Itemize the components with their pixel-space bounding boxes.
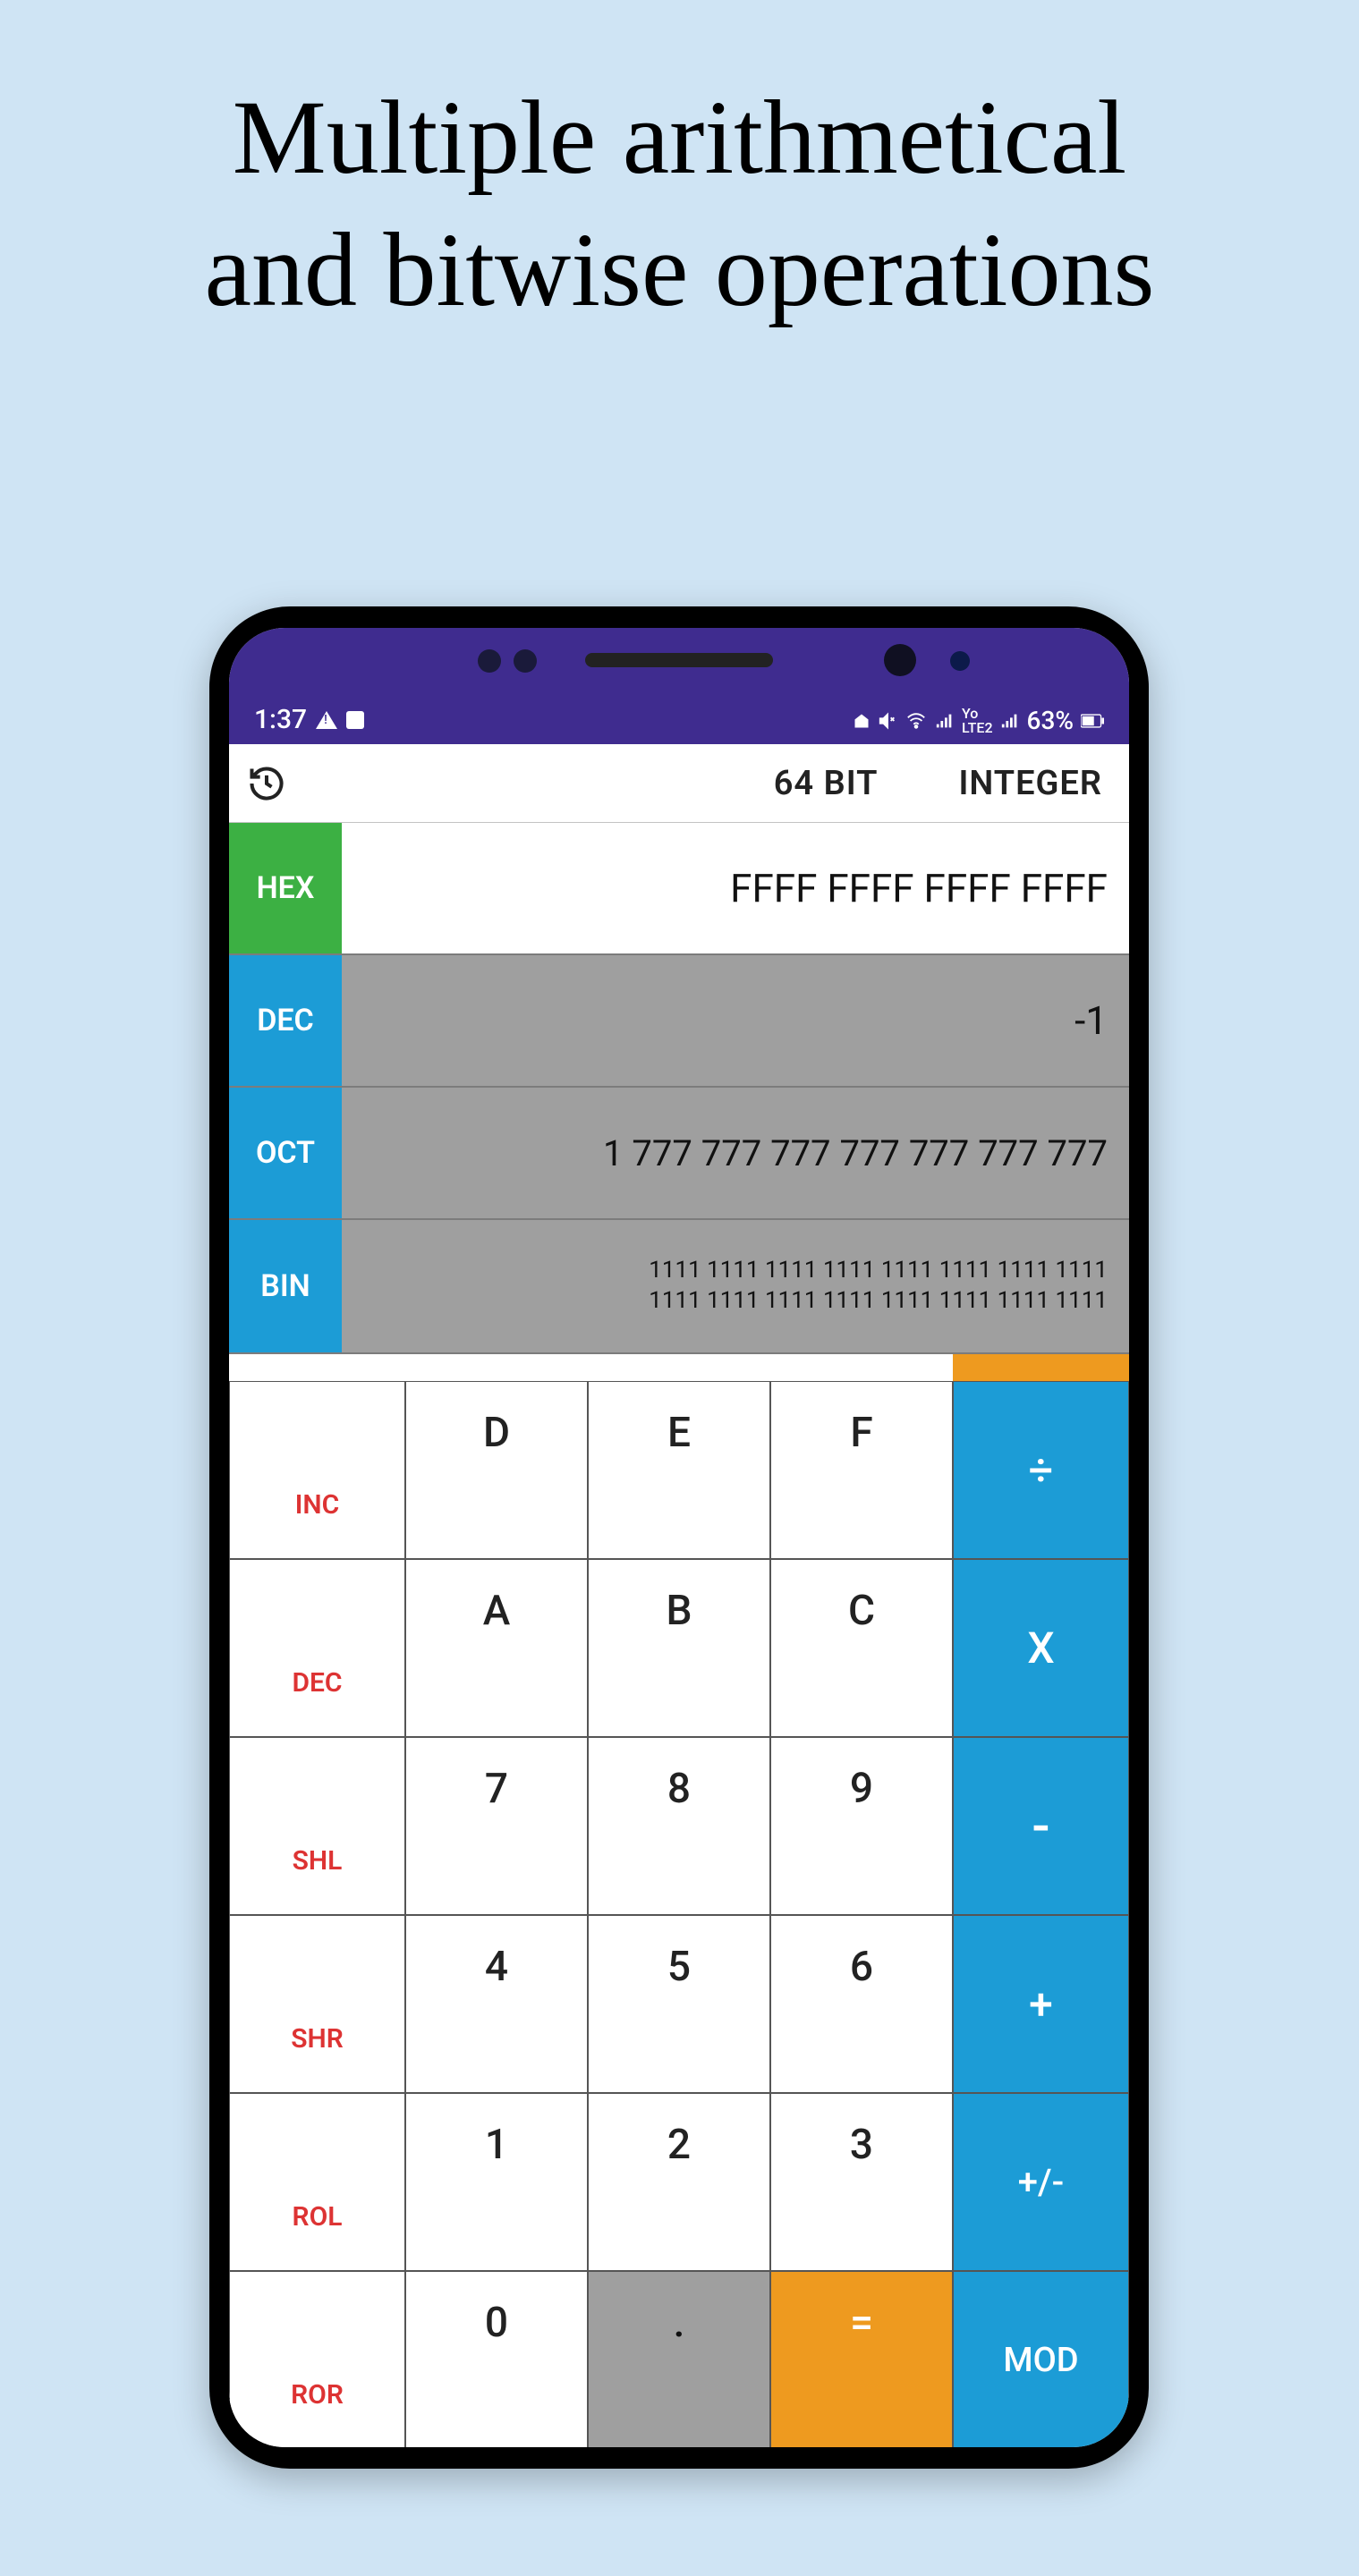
rol-button[interactable]: ROL (229, 2093, 405, 2271)
key-c[interactable]: C (770, 1559, 953, 1737)
key-6[interactable]: 6 (770, 1915, 953, 2093)
key-d[interactable]: D (405, 1381, 588, 1559)
status-bar: 1:37 YoLTE2 63% (229, 628, 1129, 744)
operator-accent (953, 1354, 1129, 1381)
dec-value[interactable]: -1 (342, 955, 1129, 1086)
key-0[interactable]: 0 (405, 2271, 588, 2447)
phone-camera (884, 644, 916, 676)
phone-sensor (514, 649, 537, 673)
key-8[interactable]: 8 (588, 1737, 770, 1915)
subtract-button[interactable]: - (953, 1737, 1129, 1915)
signal-icon (935, 711, 955, 731)
add-button[interactable]: + (953, 1915, 1129, 2093)
shl-button[interactable]: SHL (229, 1737, 405, 1915)
key-equals[interactable]: = (770, 2271, 953, 2447)
signal-icon (1000, 711, 1020, 731)
key-1[interactable]: 1 (405, 2093, 588, 2271)
dec-button[interactable]: DEC (229, 1559, 405, 1737)
oct-tab[interactable]: OCT (229, 1088, 342, 1218)
shr-button[interactable]: SHR (229, 1915, 405, 2093)
key-a[interactable]: A (405, 1559, 588, 1737)
dec-tab[interactable]: DEC (229, 955, 342, 1086)
key-7[interactable]: 7 (405, 1737, 588, 1915)
mute-icon (878, 711, 897, 731)
multiply-button[interactable]: X (953, 1559, 1129, 1737)
divide-button[interactable]: ÷ (953, 1381, 1129, 1559)
promo-title: Multiple arithmetical and bitwise operat… (0, 72, 1359, 335)
ror-button[interactable]: ROR (229, 2271, 405, 2447)
hex-value[interactable]: FFFF FFFF FFFF FFFF (342, 823, 1129, 953)
oct-row: OCT 1 777 777 777 777 777 777 777 (229, 1088, 1129, 1220)
lte-label: YoLTE2 (962, 707, 993, 735)
bin-value[interactable]: 1111 1111 1111 1111 1111 1111 1111 1111 … (342, 1220, 1129, 1352)
bit-mode-button[interactable]: 64 BIT (774, 764, 879, 803)
type-mode-button[interactable]: INTEGER (958, 764, 1102, 803)
key-dot[interactable]: . (588, 2271, 770, 2447)
key-f[interactable]: F (770, 1381, 953, 1559)
key-e[interactable]: E (588, 1381, 770, 1559)
history-button[interactable] (245, 762, 288, 805)
phone-speaker (585, 653, 773, 667)
phone-screen: 1:37 YoLTE2 63% (229, 628, 1129, 2447)
key-4[interactable]: 4 (405, 1915, 588, 2093)
key-2[interactable]: 2 (588, 2093, 770, 2271)
phone-sensor (478, 649, 501, 673)
key-b[interactable]: B (588, 1559, 770, 1737)
oct-value[interactable]: 1 777 777 777 777 777 777 777 (342, 1088, 1129, 1218)
keypad: INC DEC SHL SHR ROL ROR D A 7 4 1 0 E B … (229, 1381, 1129, 2447)
sign-button[interactable]: +/- (953, 2093, 1129, 2271)
history-icon (247, 764, 286, 803)
phone-frame: 1:37 YoLTE2 63% (209, 606, 1149, 2469)
battery-icon (1081, 714, 1104, 728)
key-9[interactable]: 9 (770, 1737, 953, 1915)
dec-row: DEC -1 (229, 955, 1129, 1088)
app-header: 64 BIT INTEGER (229, 744, 1129, 823)
hex-row: HEX FFFF FFFF FFFF FFFF (229, 823, 1129, 955)
key-3[interactable]: 3 (770, 2093, 953, 2271)
wifi-icon (905, 711, 928, 731)
battery-label: 63% (1027, 706, 1074, 735)
phone-sensor (950, 651, 970, 671)
bin-tab[interactable]: BIN (229, 1220, 342, 1352)
status-time: 1:37 (254, 704, 307, 735)
inc-button[interactable]: INC (229, 1381, 405, 1559)
key-5[interactable]: 5 (588, 1915, 770, 2093)
status-icon (346, 711, 364, 729)
hex-tab[interactable]: HEX (229, 823, 342, 953)
warning-icon (316, 711, 337, 729)
bin-row: BIN 1111 1111 1111 1111 1111 1111 1111 1… (229, 1220, 1129, 1354)
home-icon (853, 712, 871, 730)
mod-button[interactable]: MOD (953, 2271, 1129, 2447)
